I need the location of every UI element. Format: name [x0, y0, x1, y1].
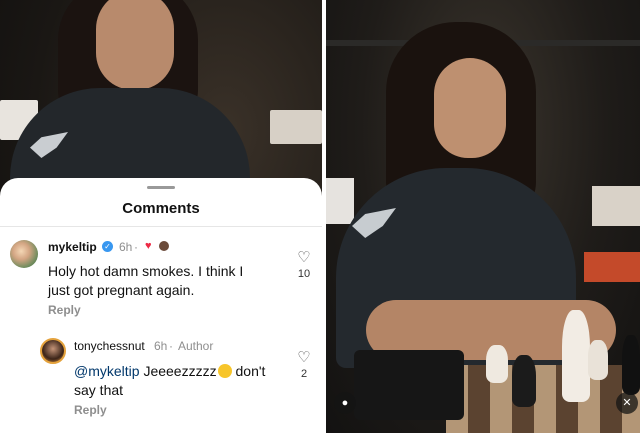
black-piece — [622, 335, 640, 395]
divider — [0, 226, 322, 227]
comment-time: 6h — [154, 339, 168, 353]
person-face — [96, 0, 174, 90]
background-sign — [270, 110, 322, 144]
reply-button[interactable]: Reply — [48, 303, 81, 317]
chess-board — [446, 365, 640, 433]
white-pawn — [486, 345, 508, 383]
comments-title: Comments — [122, 200, 200, 217]
avatar[interactable] — [10, 240, 38, 268]
white-pawn — [588, 340, 608, 380]
separator: · — [134, 240, 138, 254]
background-sign — [326, 178, 354, 224]
comment-time: 6h — [119, 240, 133, 254]
like-count: 2 — [300, 368, 308, 380]
comments-sheet: Comments mykeltip ✓ 6h · ♥ Holy hot damn… — [0, 178, 322, 433]
comment-username[interactable]: mykeltip — [48, 240, 97, 254]
creator-avatar — [159, 241, 169, 251]
verified-badge-icon: ✓ — [102, 241, 113, 252]
comment-text: @mykeltip Jeeeezzzzz don't say that — [74, 362, 289, 400]
separator: · — [169, 339, 173, 353]
author-label: Author — [178, 339, 214, 353]
heart-outline-icon[interactable]: ♡ — [294, 348, 314, 366]
comment-username[interactable]: tonychessnut — [74, 339, 145, 353]
left-screenshot-panel: Comments mykeltip ✓ 6h · ♥ Holy hot damn… — [0, 0, 322, 433]
background-shelf — [584, 252, 640, 282]
comment-text: Holy hot damn smokes. I think I just got… — [48, 263, 244, 298]
chess-clock — [354, 350, 464, 420]
drag-handle[interactable] — [147, 186, 175, 189]
black-pawn — [512, 355, 536, 407]
mute-icon[interactable]: ✕ — [616, 392, 638, 414]
heart-outline-icon[interactable]: ♡ — [294, 248, 314, 266]
mention-link[interactable]: @mykeltip — [74, 363, 140, 379]
reply-button[interactable]: Reply — [74, 403, 107, 417]
heart-icon: ♥ — [145, 240, 152, 252]
background-sign — [592, 186, 640, 226]
comment-text-part: Jeeeezzzzz — [143, 363, 217, 379]
laughing-emoji-icon — [217, 364, 232, 378]
right-photo-panel — [326, 0, 640, 433]
like-count: 10 — [297, 268, 311, 280]
avatar[interactable] — [40, 338, 66, 364]
user-icon[interactable]: ● — [334, 392, 356, 414]
white-king — [562, 310, 590, 402]
person-face — [434, 58, 506, 158]
